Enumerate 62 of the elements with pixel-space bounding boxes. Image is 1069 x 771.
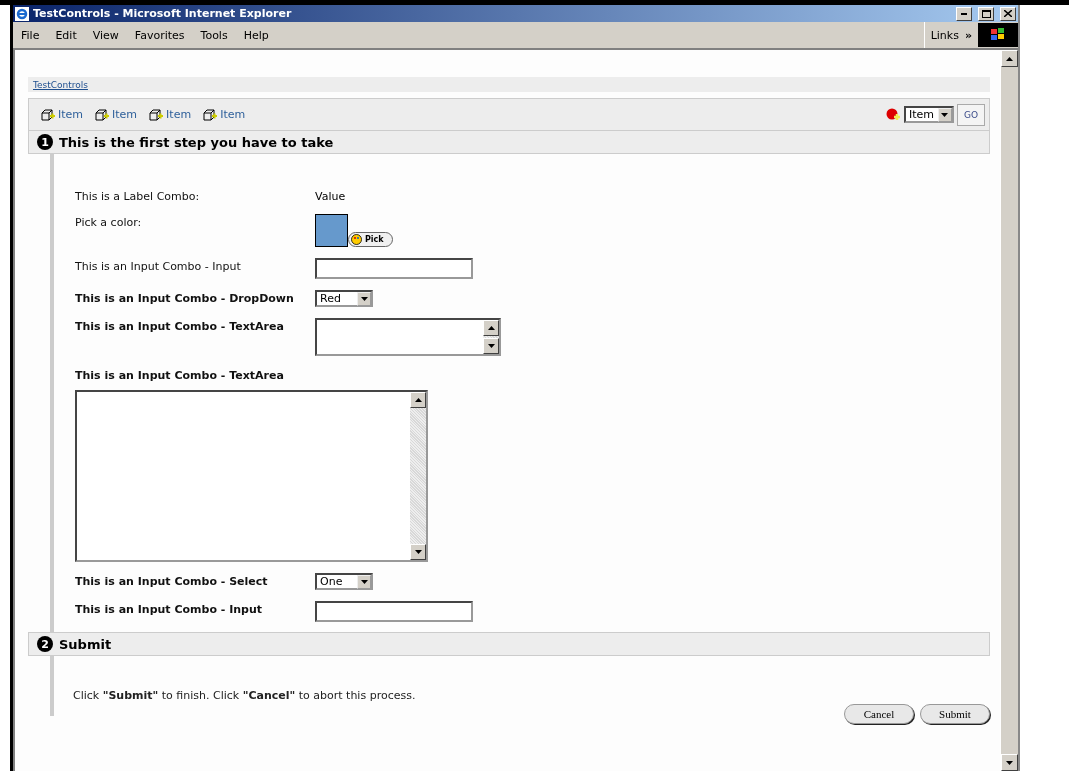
browser-logo-icon [15,6,29,21]
step-number: 1 [37,134,53,150]
cube-plus-icon [149,108,164,121]
step-number: 2 [37,636,53,652]
window-title: TestControls - Microsoft Internet Explorer [33,7,293,20]
field-label: This is an Input Combo - Select [75,574,269,588]
pick-button[interactable]: Pick [348,232,393,247]
field-label: This is a Label Combo: [75,189,201,203]
scroll-up-icon [1006,56,1013,61]
windows-logo-icon [978,23,1018,47]
step-title: This is the first step you have to take [59,134,334,150]
menu-item[interactable]: Favorites [126,28,193,42]
item-dropdown[interactable]: Item [903,106,954,123]
go-button[interactable]: GO [956,103,985,126]
field-label: Pick a color: [75,215,143,229]
input-field[interactable] [315,601,473,622]
close-button[interactable] [1000,6,1016,21]
menu-item[interactable]: View [84,28,127,42]
dropdown[interactable]: One [315,573,373,590]
toolbar-item[interactable]: Item [203,108,246,121]
caret-icon [941,112,949,117]
menu-item[interactable]: Edit [47,28,85,42]
color-swatch[interactable] [315,214,348,247]
field-label: This is an Input Combo - Input [75,602,264,616]
step-title: Submit [59,636,112,652]
input-field[interactable] [315,258,473,279]
toolbar-item[interactable]: Item [41,108,84,121]
field-label: This is an Input Combo - DropDown [75,291,295,305]
scroll-down-button[interactable] [1001,754,1018,771]
cube-plus-icon [203,108,218,121]
scroll-up-button[interactable] [1001,50,1018,67]
maximize-button[interactable] [978,6,994,21]
breadcrumb-link[interactable]: TestControls [33,79,88,90]
minimize-button[interactable] [956,6,972,21]
minimize-icon [961,12,967,15]
scroll-down-icon [487,344,495,348]
scroll-down-icon [1006,760,1013,765]
cube-plus-icon [41,108,55,121]
instruction-text: Click "Submit" to finish. Click "Cancel" to abort this process. [73,689,417,702]
field-label: This is an Input Combo - TextArea [75,319,285,333]
dropdown[interactable]: Red [315,290,373,307]
menu-item[interactable]: Tools [192,28,236,42]
field-label: This is an Input Combo - Input [75,259,242,273]
caret-icon [360,579,368,584]
value-text: Value [315,189,347,203]
text-area[interactable] [315,318,501,356]
cube-plus-icon [95,108,110,121]
field-label: This is an Input Combo - TextArea [75,368,285,382]
caret-icon [360,296,368,301]
scroll-down-icon [414,550,422,554]
menu-item[interactable]: File [13,28,48,42]
toolbar-item[interactable]: Item [149,108,192,121]
palette-icon [351,234,362,245]
menu-item[interactable]: Help [235,28,277,42]
scroll-up-icon [487,326,495,330]
close-icon [1004,10,1012,17]
maximize-icon [981,9,991,18]
cancel-button[interactable]: Cancel [844,704,914,724]
submit-button[interactable]: Submit [920,704,990,724]
toolbar-item[interactable]: Item [95,108,138,121]
add-icon [885,108,901,121]
scroll-up-icon [414,398,422,402]
